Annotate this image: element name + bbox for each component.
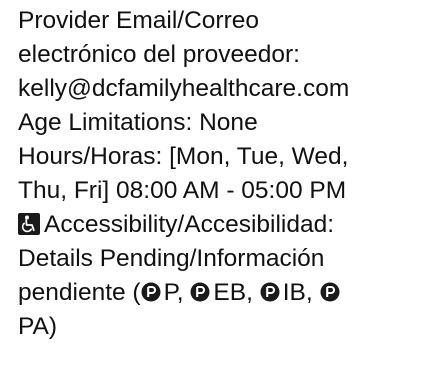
parking-close: ) (48, 313, 58, 340)
accessibility-row: Accessibility/Accesibilidad: (18, 208, 432, 242)
parking-row-continued: PA) (18, 310, 432, 344)
hours-line2: Thu, Fri] 08:00 AM - 05:00 PM (18, 177, 347, 204)
parking-row: pendiente ( P, EB, IB, (18, 276, 432, 310)
parking-label-pa: PA (18, 313, 49, 340)
age-limitations: Age Limitations: None (18, 109, 258, 136)
provider-email-value: kelly@dcfamilyhealthcare.com (18, 75, 350, 102)
accessibility-label: Accessibility/Accesibilidad: (44, 211, 335, 238)
pending-prefix: pendiente ( (18, 279, 141, 306)
parking-sep-3: , (305, 279, 320, 306)
wheelchair-icon (18, 213, 40, 235)
provider-details-card: Provider Email/Correo electrónico del pr… (18, 0, 432, 344)
accessibility-details: Details Pending/Información (18, 245, 325, 272)
provider-email-label-line1: Provider Email/Correo (18, 7, 259, 34)
parking-badge-icon (190, 282, 210, 302)
parking-label-p: P (163, 279, 177, 306)
hours-line1: Hours/Horas: [Mon, Tue, Wed, (18, 143, 349, 170)
parking-label-eb: EB (213, 279, 247, 306)
parking-label-ib: IB (282, 279, 306, 306)
parking-badge-icon (260, 282, 280, 302)
provider-email-label-line2: electrónico del proveedor: (18, 41, 300, 68)
parking-sep-2: , (246, 279, 260, 306)
parking-badge-icon (320, 282, 340, 302)
parking-sep-1: , (176, 279, 191, 306)
parking-badge-icon (141, 282, 161, 302)
